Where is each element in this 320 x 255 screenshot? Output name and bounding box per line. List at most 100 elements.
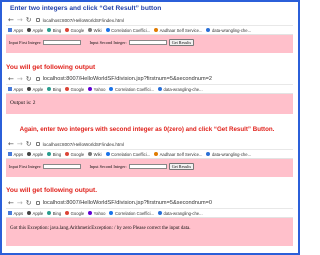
- apps-grid-icon: [8, 152, 12, 156]
- first-integer-input[interactable]: [43, 40, 82, 45]
- url-text[interactable]: localhost:8007/HelloWorldSF/division.jsp…: [43, 76, 212, 82]
- browser-window-2: ← → ↻ localhost:8007/HelloWorldSF/divisi…: [6, 74, 293, 94]
- url-text[interactable]: localhost:8007/HelloWorldSF/index.html: [43, 142, 124, 147]
- bookmark-apps[interactable]: Apps: [8, 152, 23, 157]
- back-icon[interactable]: ←: [8, 16, 14, 24]
- bookmark-bing[interactable]: Bing: [47, 211, 61, 216]
- reload-icon[interactable]: ↻: [26, 140, 32, 148]
- second-integer-input[interactable]: [128, 40, 167, 45]
- bookmark-apple[interactable]: Apple: [27, 152, 43, 157]
- page-content-4: Got this Exception: java.lang.Arithmetic…: [6, 218, 293, 246]
- get-results-button[interactable]: Get Results: [168, 163, 195, 170]
- bookmarks-bar: Apps Apple Bing Google Wiki Correlation …: [6, 26, 293, 35]
- address-bar: ← → ↻ localhost:8007/HelloWorldSF/divisi…: [6, 74, 293, 85]
- bookmark-google[interactable]: Google: [65, 211, 84, 216]
- bookmark-yahoo[interactable]: Yahoo: [88, 87, 105, 92]
- bookmark-correlation[interactable]: Correlation Coeffici...: [105, 152, 150, 157]
- correlation-icon: [109, 87, 114, 91]
- address-bar: ← → ↻ localhost:8007/HelloWorldSF/index.…: [6, 15, 293, 26]
- page-info-icon[interactable]: [35, 201, 40, 205]
- apps-grid-icon: [8, 87, 12, 91]
- back-icon[interactable]: ←: [8, 75, 14, 83]
- data-wrangling-icon: [158, 211, 163, 215]
- second-integer-label: Input Second Integer:: [89, 164, 127, 169]
- first-integer-label: Input First Integer:: [9, 40, 42, 45]
- step1-heading: Enter two integers and click “Get Result…: [10, 5, 162, 12]
- bookmark-data-wrangling[interactable]: data-wrangling-che...: [206, 28, 251, 33]
- aadhaar-icon: [154, 28, 159, 32]
- google-icon: [65, 28, 70, 32]
- reload-icon[interactable]: ↻: [26, 199, 32, 207]
- bookmark-correlation[interactable]: Correlation Coeffici...: [109, 211, 154, 216]
- step2-heading: You will get following output: [6, 64, 96, 71]
- second-integer-label: Input Second Integer:: [89, 40, 127, 45]
- bookmark-bing[interactable]: Bing: [47, 152, 61, 157]
- bookmark-apple[interactable]: Apple: [27, 211, 43, 216]
- bookmark-data-wrangling[interactable]: data-wrangling-che...: [158, 87, 203, 92]
- url-text[interactable]: localhost:8007/HelloWorldSF/index.html: [43, 18, 124, 23]
- back-icon[interactable]: ←: [8, 199, 14, 207]
- bookmark-apps[interactable]: Apps: [8, 87, 23, 92]
- step4-heading: You will get following output.: [6, 187, 98, 194]
- apple-icon: [27, 211, 32, 215]
- bookmark-apple[interactable]: Apple: [27, 87, 43, 92]
- data-wrangling-icon: [158, 87, 163, 91]
- bookmark-bing[interactable]: Bing: [47, 87, 61, 92]
- bookmark-google[interactable]: Google: [65, 152, 84, 157]
- correlation-icon: [105, 28, 110, 32]
- google-icon: [65, 152, 70, 156]
- apple-icon: [27, 87, 32, 91]
- page-info-icon[interactable]: [35, 77, 40, 81]
- bookmark-bing[interactable]: Bing: [47, 28, 61, 33]
- bookmark-aadhaar[interactable]: Aadhaar Self Service...: [154, 152, 202, 157]
- apple-icon: [27, 28, 32, 32]
- bookmark-data-wrangling[interactable]: data-wrangling-che...: [158, 211, 203, 216]
- page-info-icon[interactable]: [35, 18, 40, 22]
- bookmark-apps[interactable]: Apps: [8, 28, 23, 33]
- bing-icon: [47, 211, 52, 215]
- bookmark-correlation[interactable]: Correlation Coeffici...: [105, 28, 150, 33]
- forward-icon[interactable]: →: [17, 199, 23, 207]
- page-info-icon[interactable]: [35, 142, 40, 146]
- back-icon[interactable]: ←: [8, 140, 14, 148]
- forward-icon[interactable]: →: [17, 75, 23, 83]
- bookmark-yahoo[interactable]: Yahoo: [88, 211, 105, 216]
- yahoo-icon: [88, 87, 93, 91]
- step3-heading: Again, enter two integers with second in…: [19, 126, 275, 133]
- reload-icon[interactable]: ↻: [26, 16, 32, 24]
- correlation-icon: [109, 211, 114, 215]
- url-text[interactable]: localhost:8007/HelloWorldSF/division.jsp…: [43, 200, 212, 206]
- bookmark-data-wrangling[interactable]: data-wrangling-che...: [206, 152, 251, 157]
- get-results-button[interactable]: Get Results: [168, 39, 195, 46]
- input-form: Input First Integer: Input Second Intege…: [6, 159, 293, 173]
- bing-icon: [47, 28, 52, 32]
- yahoo-icon: [88, 211, 93, 215]
- apps-grid-icon: [8, 28, 12, 32]
- forward-icon[interactable]: →: [17, 140, 23, 148]
- bookmarks-bar: Apps Apple Bing Google Wiki Correlation …: [6, 150, 293, 159]
- reload-icon[interactable]: ↻: [26, 75, 32, 83]
- data-wrangling-icon: [206, 28, 211, 32]
- first-integer-label: Input First Integer:: [9, 164, 42, 169]
- bing-icon: [47, 87, 52, 91]
- bookmark-google[interactable]: Google: [65, 28, 84, 33]
- browser-window-4: ← → ↻ localhost:8007/HelloWorldSF/divisi…: [6, 198, 293, 218]
- browser-window-3: ← → ↻ localhost:8007/HelloWorldSF/index.…: [6, 139, 293, 159]
- bookmarks-bar: Apps Apple Bing Google Yahoo Correlation…: [6, 209, 293, 218]
- page-content-3: Input First Integer: Input Second Intege…: [6, 159, 293, 177]
- address-bar: ← → ↻ localhost:8007/HelloWorldSF/index.…: [6, 139, 293, 150]
- forward-icon[interactable]: →: [17, 16, 23, 24]
- apps-grid-icon: [8, 211, 12, 215]
- google-icon: [65, 87, 70, 91]
- bookmark-apps[interactable]: Apps: [8, 211, 23, 216]
- bookmark-aadhaar[interactable]: Aadhaar Self Service...: [154, 28, 202, 33]
- first-integer-input[interactable]: [43, 164, 82, 169]
- second-integer-input[interactable]: [128, 164, 167, 169]
- output-text: Output is: 2: [10, 100, 36, 106]
- bookmark-google[interactable]: Google: [65, 87, 84, 92]
- bookmark-wiki[interactable]: Wiki: [88, 28, 102, 33]
- bookmark-correlation[interactable]: Correlation Coeffici...: [109, 87, 154, 92]
- bookmark-wiki[interactable]: Wiki: [88, 152, 102, 157]
- browser-window-1: ← → ↻ localhost:8007/HelloWorldSF/index.…: [6, 15, 293, 35]
- bookmark-apple[interactable]: Apple: [27, 28, 43, 33]
